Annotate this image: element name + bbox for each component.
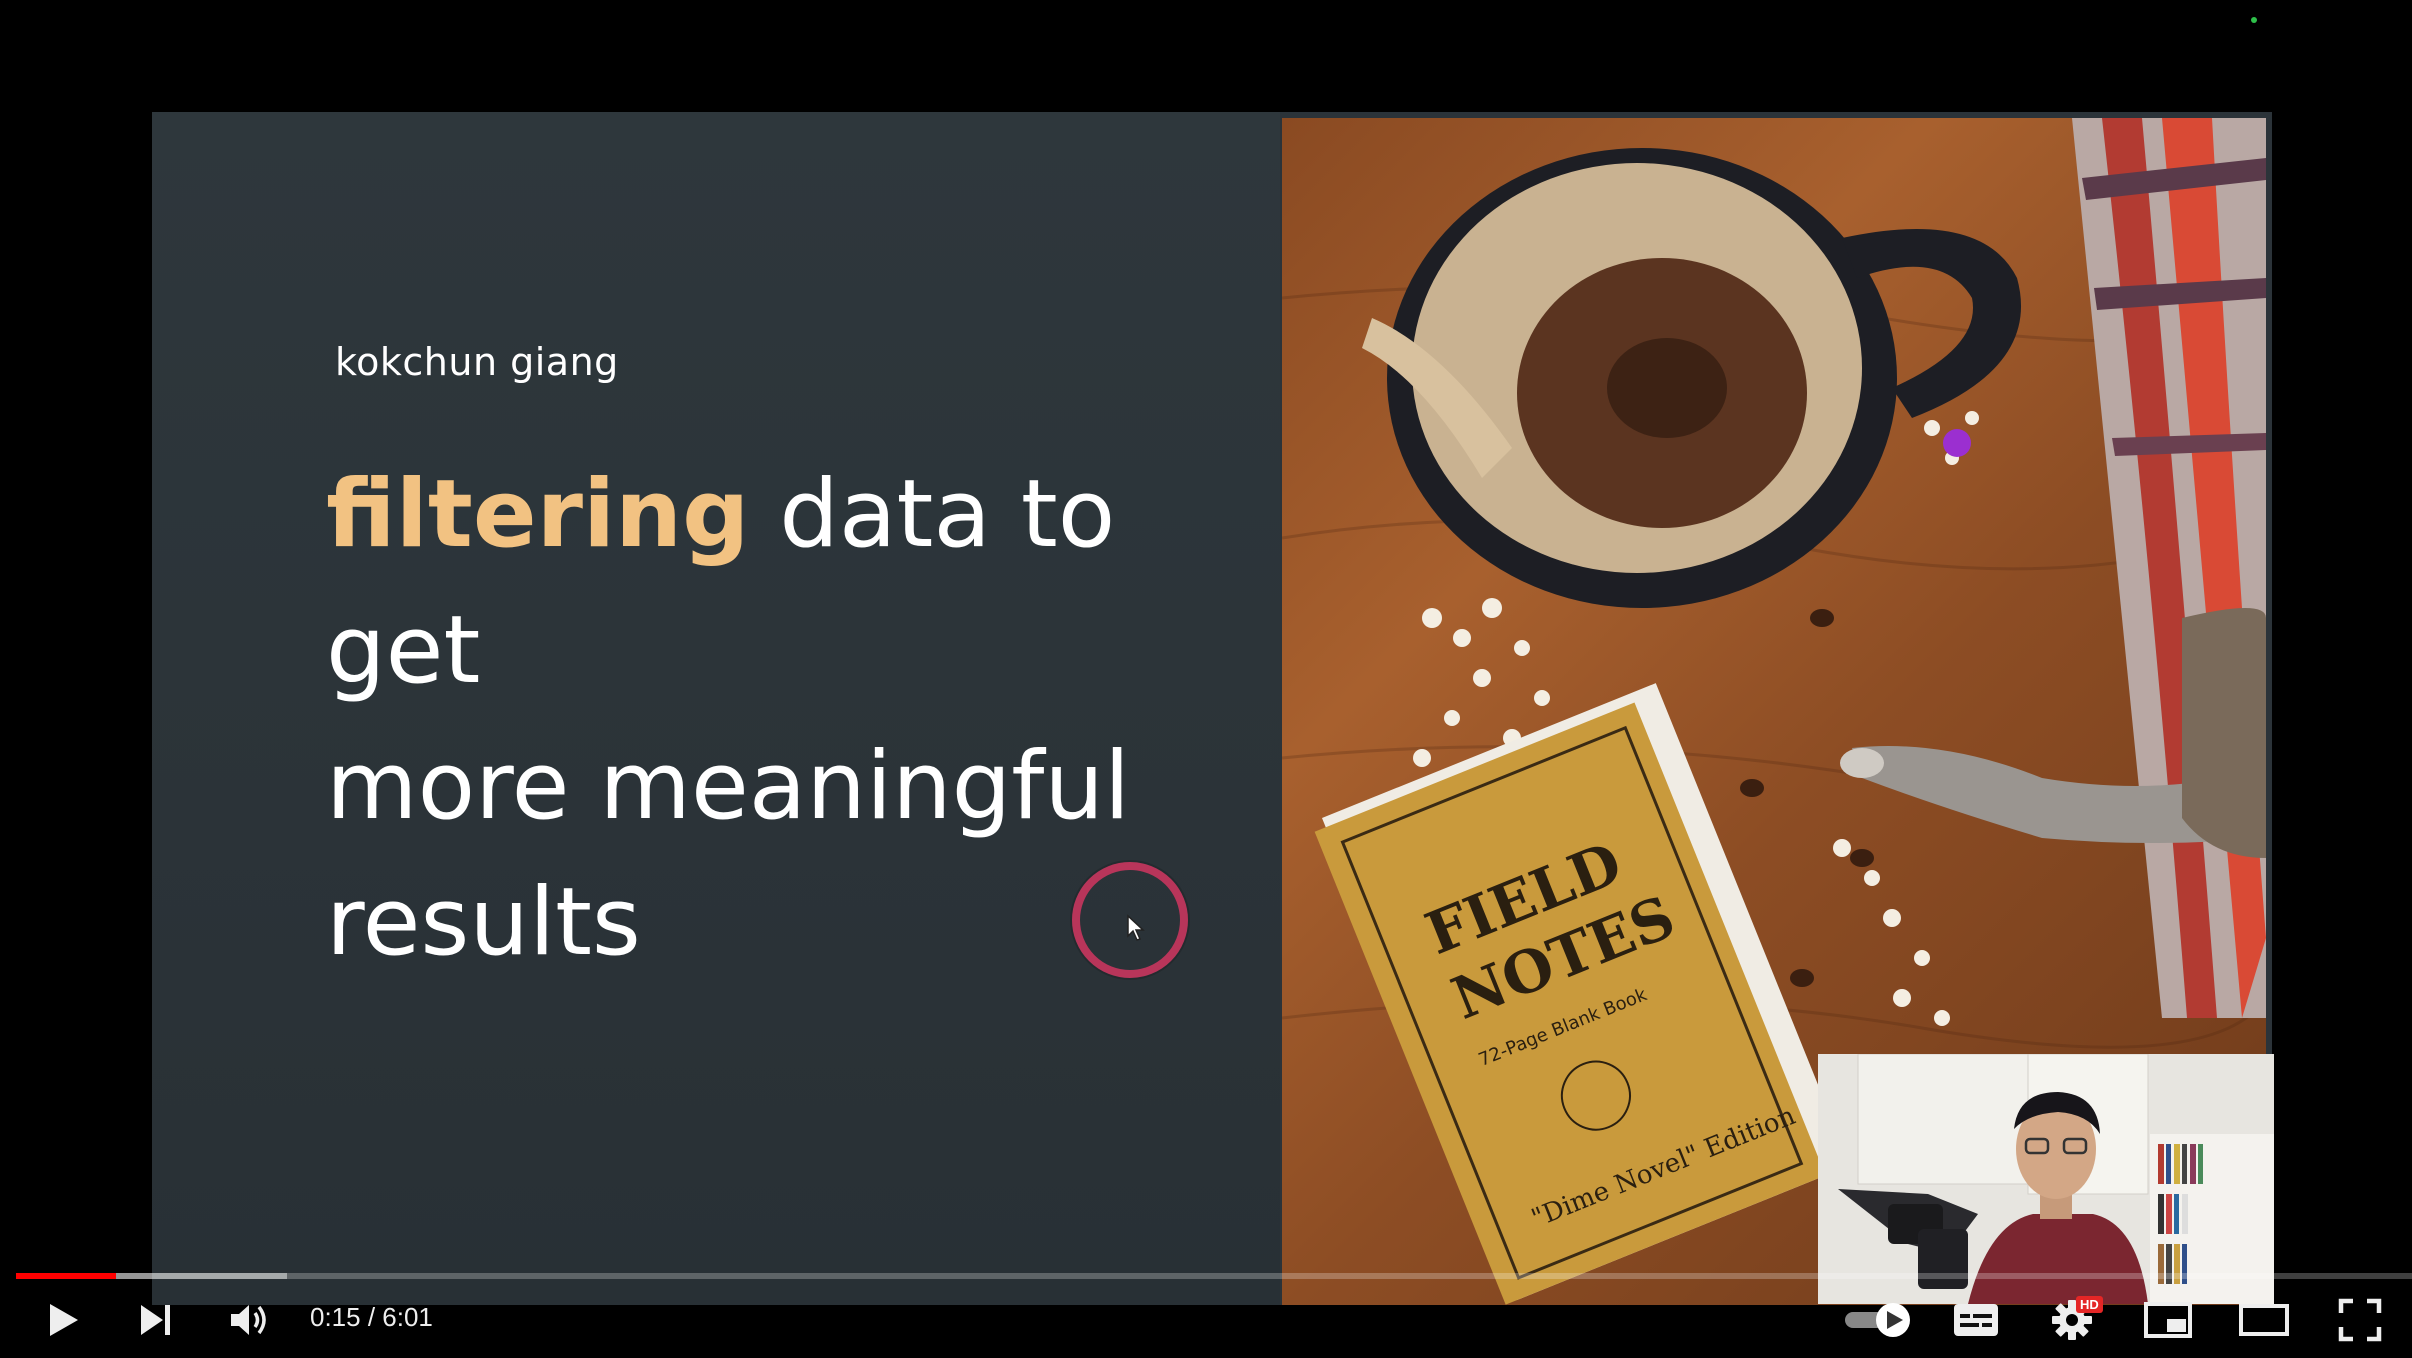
hd-badge: HD: [2076, 1296, 2103, 1313]
fullscreen-button[interactable]: [2324, 1282, 2396, 1358]
theater-icon: [2239, 1304, 2289, 1336]
headline-line-3: results: [326, 868, 641, 977]
progress-bar[interactable]: [16, 1273, 2412, 1279]
presenter-webcam: [1818, 1054, 2274, 1304]
status-dot: [2251, 17, 2257, 23]
time-display: 0:15 / 6:01: [310, 1302, 433, 1333]
headline-highlight: filtering: [326, 460, 750, 569]
next-button[interactable]: [120, 1282, 192, 1358]
fullscreen-icon: [2338, 1298, 2382, 1342]
autoplay-toggle-icon: [1845, 1303, 1910, 1337]
volume-icon: [231, 1305, 266, 1335]
mouse-cursor-icon: [1127, 914, 1145, 941]
author-name: kokchun giang: [335, 340, 619, 384]
volume-button[interactable]: [214, 1282, 286, 1358]
current-time: 0:15: [310, 1302, 361, 1332]
play-button[interactable]: [26, 1282, 98, 1358]
subtitles-icon: [1954, 1304, 1998, 1336]
progress-played: [16, 1273, 116, 1279]
play-icon: [50, 1304, 78, 1336]
next-icon: [141, 1305, 170, 1335]
autoplay-toggle[interactable]: [1836, 1282, 1926, 1358]
settings-button[interactable]: HD: [2036, 1282, 2108, 1358]
headline-line-2: more meaningful: [326, 732, 1131, 841]
duration: 6:01: [382, 1302, 433, 1332]
subtitles-button[interactable]: [1940, 1282, 2012, 1358]
time-separator: /: [360, 1302, 383, 1332]
miniplayer-icon: [2144, 1302, 2192, 1338]
player-controls: 0:15 / 6:01 HD: [0, 1282, 2412, 1358]
webcam-overlay: [1818, 1054, 2274, 1304]
theater-mode-button[interactable]: [2228, 1282, 2300, 1358]
miniplayer-button[interactable]: [2132, 1282, 2204, 1358]
